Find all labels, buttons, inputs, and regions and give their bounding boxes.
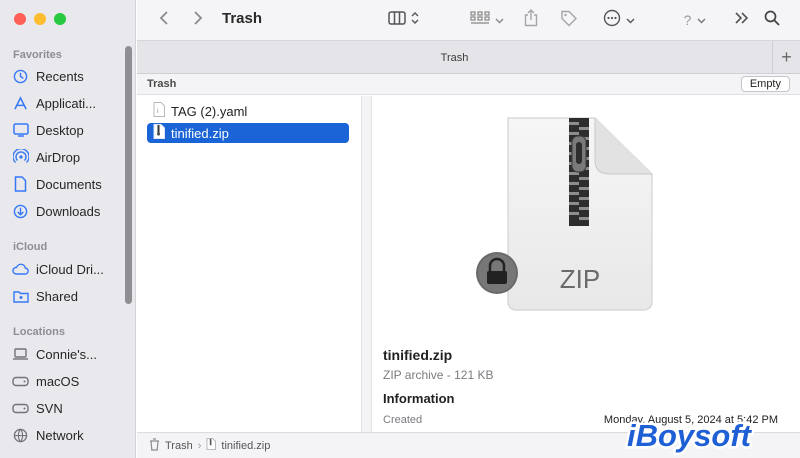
minimize-window-button[interactable] xyxy=(34,13,46,25)
group-button[interactable] xyxy=(465,9,509,31)
clock-icon xyxy=(12,68,29,85)
sidebar-item-label: Connie's... xyxy=(36,346,98,362)
applications-icon xyxy=(12,95,29,112)
sidebar-item-macos[interactable]: macOS xyxy=(12,371,79,391)
shared-folder-icon xyxy=(12,288,29,305)
help-button[interactable]: ? xyxy=(679,9,711,31)
back-button[interactable] xyxy=(155,9,173,31)
sidebar-item-label: AirDrop xyxy=(36,149,81,165)
sidebar-item-shared[interactable]: Shared xyxy=(12,286,78,306)
ellipsis-circle-icon xyxy=(603,9,621,32)
sidebar-item-airdrop[interactable]: AirDrop xyxy=(12,147,80,167)
sidebar-item-connies-mac[interactable]: Connie's... xyxy=(12,344,97,364)
disk-icon xyxy=(12,373,29,390)
zip-file-icon xyxy=(206,438,217,453)
column-resize-handle[interactable] xyxy=(361,96,372,432)
chevron-down-icon xyxy=(626,11,635,29)
file-name: TAG (2).yaml xyxy=(171,103,248,119)
sidebar-item-svn[interactable]: SVN xyxy=(12,398,63,418)
toolbar: Trash ? xyxy=(137,0,800,40)
globe-icon xyxy=(12,427,29,444)
sidebar-item-label: Applicati... xyxy=(36,95,96,111)
yaml-file-icon: i xyxy=(153,102,165,120)
sidebar-item-label: Shared xyxy=(36,288,78,304)
new-tab-button[interactable]: + xyxy=(772,41,800,74)
file-name: tinified.zip xyxy=(171,125,229,141)
window-controls xyxy=(14,13,66,25)
double-chevron-right-icon xyxy=(735,11,749,29)
close-window-button[interactable] xyxy=(14,13,26,25)
chevron-down-icon xyxy=(495,11,504,29)
list-item[interactable]: tinified.zip xyxy=(147,123,349,143)
locations-header: Locations xyxy=(13,326,65,338)
sidebar-item-network[interactable]: Network xyxy=(12,425,84,445)
icloud-header: iCloud xyxy=(13,241,48,253)
chevron-right-icon xyxy=(193,10,203,31)
sidebar-item-label: iCloud Dri... xyxy=(36,261,104,277)
sidebar-item-label: Documents xyxy=(36,176,102,192)
zip-file-icon xyxy=(153,124,165,142)
sidebar-item-label: Desktop xyxy=(36,122,84,138)
path-segment-trash[interactable]: Trash xyxy=(165,440,193,452)
sidebar-item-desktop[interactable]: Desktop xyxy=(12,120,84,140)
favorites-header: Favorites xyxy=(13,49,62,61)
folder-header-label: Trash xyxy=(147,78,177,90)
file-column: i TAG (2).yaml tinified.zip xyxy=(137,96,360,432)
sidebar-item-label: Network xyxy=(36,427,84,443)
zoom-window-button[interactable] xyxy=(54,13,66,25)
share-button[interactable] xyxy=(521,8,541,32)
document-icon xyxy=(12,176,29,193)
sidebar-item-label: Recents xyxy=(36,68,84,84)
question-mark-icon: ? xyxy=(683,12,692,28)
preview-pane: ZIP tinified.zip ZIP archive - 121 KB In… xyxy=(373,96,800,432)
chevron-updown-icon xyxy=(411,11,419,29)
sidebar-item-applications[interactable]: Applicati... xyxy=(12,93,96,113)
more-toolbar-items-button[interactable] xyxy=(731,9,753,31)
folder-header: Trash Empty xyxy=(137,74,800,95)
action-menu-button[interactable] xyxy=(599,9,639,31)
sidebar-item-downloads[interactable]: Downloads xyxy=(12,201,100,221)
sidebar: Favorites Recents Applicati... Desktop A… xyxy=(0,0,136,458)
zip-document-icon xyxy=(476,117,653,311)
empty-trash-button[interactable]: Empty xyxy=(740,76,790,92)
tag-icon xyxy=(560,9,578,32)
grid-icon xyxy=(470,10,490,30)
created-label: Created xyxy=(383,414,423,426)
download-icon xyxy=(12,203,29,220)
column-view-icon xyxy=(387,10,406,30)
view-mode-button[interactable] xyxy=(383,9,423,31)
sidebar-item-icloud-drive[interactable]: iCloud Dri... xyxy=(12,259,104,279)
search-button[interactable] xyxy=(761,9,783,31)
path-separator: › xyxy=(197,439,202,452)
share-icon xyxy=(524,8,538,32)
forward-button[interactable] xyxy=(189,9,207,31)
tags-button[interactable] xyxy=(557,9,581,31)
watermark-text: iBoysoft xyxy=(627,418,753,453)
chevron-down-icon xyxy=(697,11,706,29)
zip-icon-label: ZIP xyxy=(559,264,601,294)
list-item[interactable]: i TAG (2).yaml xyxy=(147,101,349,121)
preview-file-kind: ZIP archive - 121 KB xyxy=(383,368,494,382)
airdrop-icon xyxy=(12,149,29,166)
information-header: Information xyxy=(383,391,455,406)
tab-trash[interactable]: Trash xyxy=(137,52,772,64)
iboysoft-watermark: iBoysoft iBoysoft xyxy=(625,412,780,456)
laptop-icon xyxy=(12,346,29,363)
tab-bar: Trash + xyxy=(137,40,800,74)
sidebar-item-label: SVN xyxy=(36,400,63,416)
desktop-icon xyxy=(12,122,29,139)
sidebar-item-recents[interactable]: Recents xyxy=(12,66,84,86)
chevron-left-icon xyxy=(159,10,169,31)
window-title: Trash xyxy=(222,10,263,27)
disk-icon xyxy=(12,400,29,417)
trash-icon xyxy=(149,437,160,454)
search-icon xyxy=(764,10,780,31)
cloud-icon xyxy=(12,261,29,278)
sidebar-item-label: macOS xyxy=(36,373,80,389)
path-segment-file[interactable]: tinified.zip xyxy=(221,440,270,452)
sidebar-item-label: Downloads xyxy=(36,203,101,219)
preview-file-name: tinified.zip xyxy=(383,347,453,363)
sidebar-scrollbar[interactable] xyxy=(125,46,132,304)
sidebar-item-documents[interactable]: Documents xyxy=(12,174,102,194)
